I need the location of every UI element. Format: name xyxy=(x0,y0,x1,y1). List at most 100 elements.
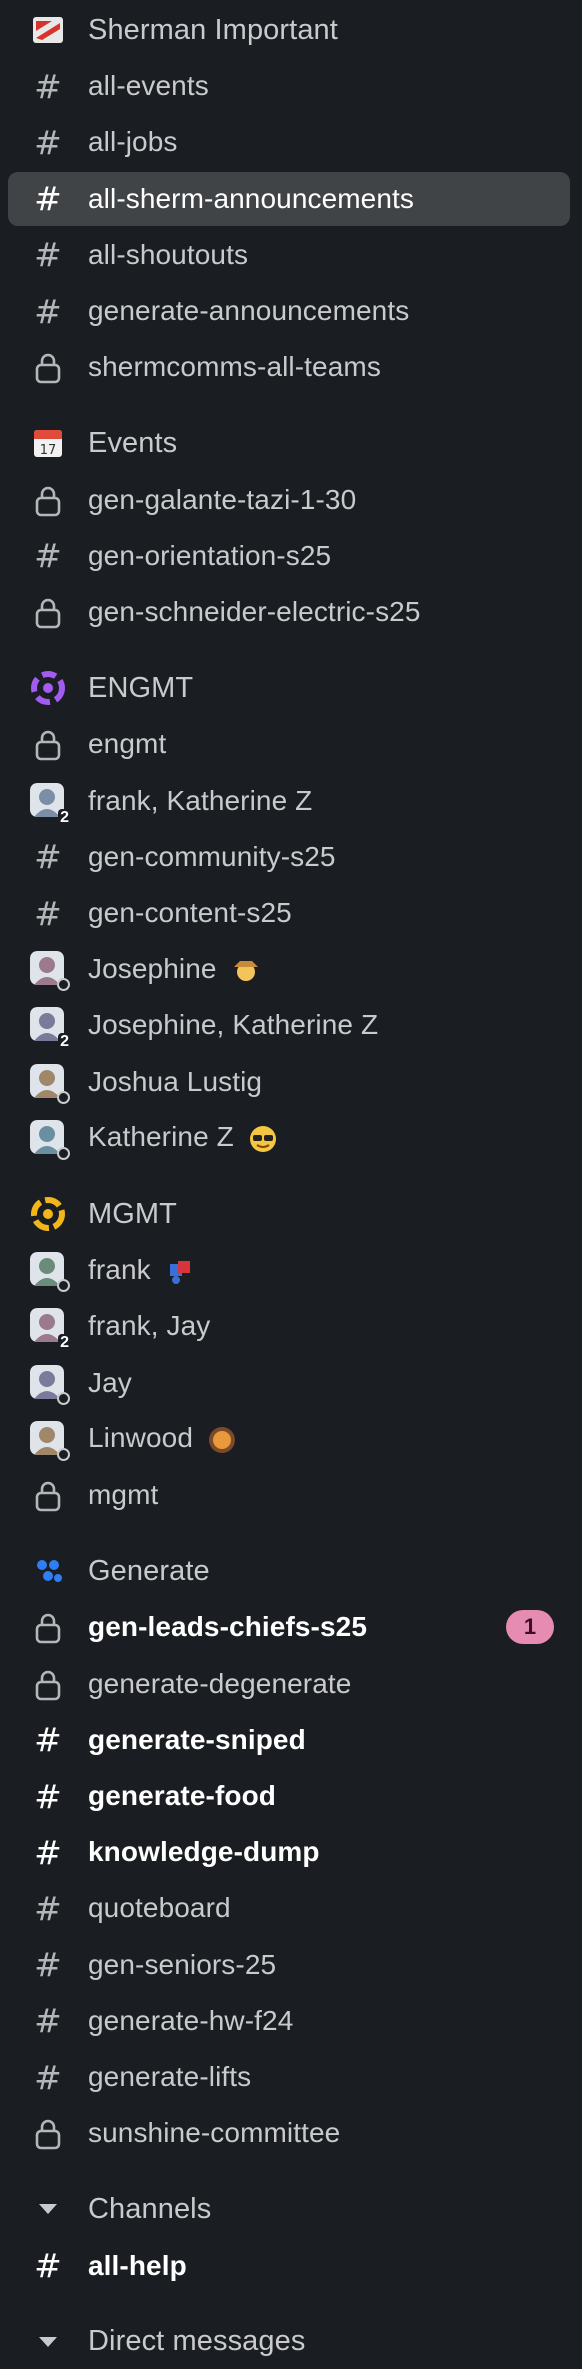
section-header-engmt[interactable]: ENGMT xyxy=(8,661,570,715)
caret-down-icon[interactable] xyxy=(39,2204,57,2215)
calendar-icon: 17 xyxy=(30,425,66,461)
dm-item-josephine-katherine-z[interactable]: 2 Josephine, Katherine Z xyxy=(8,998,570,1052)
hash-icon: # xyxy=(30,895,66,931)
dm-item-linwood[interactable]: Linwood xyxy=(8,1412,570,1466)
channel-item-gen-content-s25[interactable]: # gen-content-s25 xyxy=(8,886,570,940)
hash-glyph: # xyxy=(34,179,62,219)
item-label: frank, Jay xyxy=(88,1310,211,1342)
hash-glyph: # xyxy=(34,1776,62,1816)
item-label: mgmt xyxy=(88,1479,159,1510)
item-label: all-sherm-announcements xyxy=(88,182,415,214)
hash-glyph: # xyxy=(34,1832,62,1872)
section-header-label: MGMT xyxy=(88,1197,177,1230)
section-header-channels[interactable]: Channels xyxy=(8,2182,570,2236)
channel-item-generate-lifts[interactable]: # generate-lifts xyxy=(8,2050,570,2104)
channel-item-sunshine-committee[interactable]: sunshine-committee xyxy=(8,2106,570,2160)
item-label: frank, Katherine Z xyxy=(88,784,313,816)
channel-item-generate-food[interactable]: # generate-food xyxy=(8,1769,570,1823)
item-label: gen-schneider-electric-s25 xyxy=(88,596,421,627)
section-header-direct-messages[interactable]: Direct messages xyxy=(8,2315,570,2369)
hash-icon: # xyxy=(30,1722,66,1758)
hash-glyph: # xyxy=(34,2057,62,2097)
channel-item-generate-announcements[interactable]: # generate-announcements xyxy=(8,284,570,338)
channel-item-generate-hw-f24[interactable]: # generate-hw-f24 xyxy=(8,1994,570,2048)
dm-item-frank[interactable]: frank xyxy=(8,1243,570,1297)
channel-item-all-sherm-announcements[interactable]: # all-sherm-announcements xyxy=(8,171,570,226)
channel-item-generate-degenerate[interactable]: generate-degenerate xyxy=(8,1657,570,1711)
hash-glyph: # xyxy=(34,1945,62,1985)
lock-icon xyxy=(30,349,66,385)
caret-down-icon[interactable] xyxy=(39,2336,57,2347)
avatar-icon xyxy=(30,951,70,992)
channel-item-gen-galante-tazi-1-30[interactable]: gen-galante-tazi-1-30 xyxy=(8,473,570,527)
member-count: 2 xyxy=(58,1334,71,1353)
item-label: generate-hw-f24 xyxy=(88,2004,294,2036)
avatar xyxy=(30,1063,70,1104)
channel-item-mgmt[interactable]: mgmt xyxy=(8,1468,570,1522)
channel-item-gen-schneider-electric-s25[interactable]: gen-schneider-electric-s25 xyxy=(8,585,570,639)
caret-down-icon xyxy=(30,2191,66,2227)
hash-icon: # xyxy=(30,68,66,104)
item-label: all-events xyxy=(88,70,209,102)
avatar-icon xyxy=(30,1364,70,1405)
dm-item-frank-katherine-z[interactable]: 2 frank, Katherine Z xyxy=(8,774,570,828)
channel-item-generate-sniped[interactable]: # generate-sniped xyxy=(8,1713,570,1767)
lock-icon xyxy=(30,726,66,762)
avatar xyxy=(30,1252,70,1293)
avatar-icon: 2 xyxy=(30,782,71,827)
hash-icon: # xyxy=(30,538,66,574)
item-label: gen-content-s25 xyxy=(88,897,292,928)
section-header-generate[interactable]: Generate xyxy=(8,1544,570,1598)
generate-logo-icon xyxy=(37,1560,62,1583)
avatar-icon xyxy=(30,1252,70,1293)
channel-item-all-jobs[interactable]: # all-jobs xyxy=(8,115,570,169)
dm-item-katherine-z[interactable]: Katherine Z xyxy=(8,1111,570,1165)
dm-item-jay[interactable]: Jay xyxy=(8,1356,570,1410)
svg-text:17: 17 xyxy=(40,443,57,458)
mgmt-logo-icon xyxy=(31,1197,65,1231)
hash-icon: # xyxy=(30,181,66,217)
lock-icon xyxy=(30,1609,66,1645)
channel-item-gen-community-s25[interactable]: # gen-community-s25 xyxy=(8,830,570,884)
item-label: sunshine-committee xyxy=(88,2117,341,2149)
avatar: 2 xyxy=(30,782,71,827)
item-label: gen-galante-tazi-1-30 xyxy=(88,483,357,515)
dm-item-frank-jay[interactable]: 2 frank, Jay xyxy=(8,1299,570,1353)
channel-item-knowledge-dump[interactable]: # knowledge-dump xyxy=(8,1825,570,1879)
avatar-icon xyxy=(30,1420,70,1461)
dm-item-josephine[interactable]: Josephine xyxy=(8,942,570,996)
channel-item-quoteboard[interactable]: # quoteboard xyxy=(8,1881,570,1935)
item-label: generate-announcements xyxy=(88,295,410,326)
item-label: Jay xyxy=(88,1366,132,1398)
item-label: gen-seniors-25 xyxy=(88,1948,277,1980)
channel-item-gen-seniors-25[interactable]: # gen-seniors-25 xyxy=(8,1938,570,1992)
channel-item-all-events[interactable]: # all-events xyxy=(8,59,570,113)
section-header-label: Events xyxy=(88,426,178,459)
member-count: 2 xyxy=(58,1033,71,1052)
hash-icon: # xyxy=(30,124,66,160)
item-label: engmt xyxy=(88,728,167,760)
item-label: generate-degenerate xyxy=(88,1667,352,1699)
section-header-label: Sherman Important xyxy=(88,13,338,46)
section-header-sherman-important[interactable]: Sherman Important xyxy=(8,3,570,57)
channel-item-shermcomms-all-teams[interactable]: shermcomms-all-teams xyxy=(8,340,570,394)
lock-icon xyxy=(30,1477,66,1513)
dm-item-joshua-lustig[interactable]: Joshua Lustig xyxy=(8,1055,570,1109)
channel-item-engmt[interactable]: engmt xyxy=(8,717,570,771)
channel-item-gen-leads-chiefs-s25[interactable]: gen-leads-chiefs-s25 1 xyxy=(8,1600,570,1654)
hash-icon: # xyxy=(30,1890,66,1926)
channel-item-all-shoutouts[interactable]: # all-shoutouts xyxy=(8,228,570,282)
generate-logo-icon xyxy=(30,1553,66,1589)
section-header-events[interactable]: 17 Events xyxy=(8,416,570,470)
channel-item-gen-orientation-s25[interactable]: # gen-orientation-s25 xyxy=(8,529,570,583)
member-count: 2 xyxy=(58,808,71,827)
hash-icon: # xyxy=(30,2248,66,2284)
item-label: quoteboard xyxy=(88,1892,231,1924)
avatar xyxy=(30,1420,70,1461)
channel-item-all-help[interactable]: # all-help xyxy=(8,2239,570,2293)
hash-glyph: # xyxy=(34,1720,62,1760)
hash-glyph: # xyxy=(34,536,62,576)
avatar-icon: 2 xyxy=(30,1308,71,1353)
hash-glyph: # xyxy=(34,235,62,275)
section-header-mgmt[interactable]: MGMT xyxy=(8,1187,570,1241)
